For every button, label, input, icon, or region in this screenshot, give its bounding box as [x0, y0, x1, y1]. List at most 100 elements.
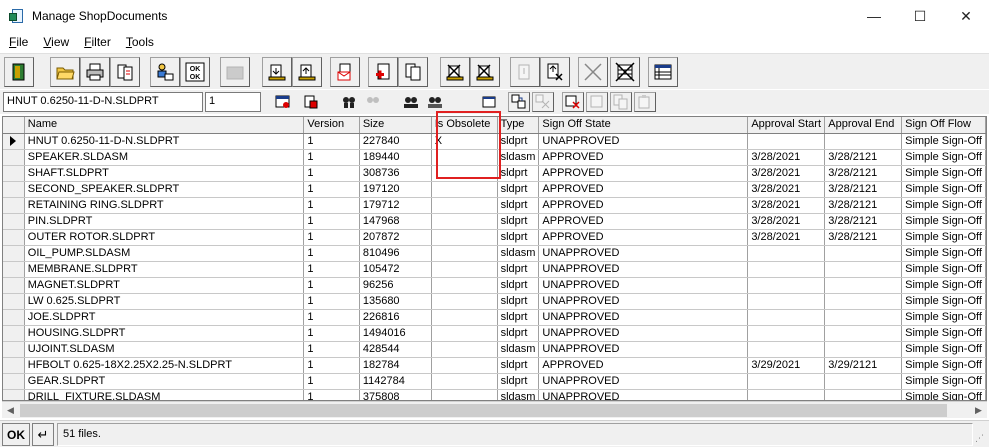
cell-sign-off-state[interactable]: UNAPPROVED	[538, 261, 749, 278]
table-row[interactable]: UJOINT.SLDASM 1 428544 sldasm UNAPPROVED Simp…	[3, 341, 986, 358]
cell-name[interactable]: MAGNET.SLDPRT	[24, 277, 305, 294]
cell-version[interactable]: 1	[303, 213, 360, 230]
cell-is-obsolete[interactable]	[431, 373, 498, 390]
column-header-size[interactable]: Size	[359, 117, 432, 134]
cell-type[interactable]: sldprt	[497, 213, 540, 230]
cell-is-obsolete[interactable]	[431, 389, 498, 400]
cell-version[interactable]: 1	[303, 245, 360, 262]
duplicate-document-button[interactable]	[398, 57, 428, 87]
cell-sign-off-state[interactable]: UNAPPROVED	[538, 373, 749, 390]
cell-is-obsolete[interactable]	[431, 357, 498, 374]
cell-name[interactable]: HNUT 0.6250-11-D-N.SLDPRT	[24, 133, 305, 150]
cell-sign-off-state[interactable]: UNAPPROVED	[538, 389, 749, 400]
menu-view[interactable]: View	[37, 35, 75, 49]
cell-approval-start[interactable]	[747, 261, 826, 278]
cell-type[interactable]: sldprt	[497, 293, 540, 310]
row-selector[interactable]	[3, 277, 25, 294]
cell-size[interactable]: 227840	[359, 133, 432, 150]
row-selector[interactable]	[3, 309, 25, 326]
cell-sign-off-flow[interactable]: Simple Sign-Off	[901, 373, 986, 390]
cell-sign-off-flow[interactable]: Simple Sign-Off	[901, 261, 986, 278]
row-selector[interactable]	[3, 133, 25, 150]
cell-type[interactable]: sldprt	[497, 325, 540, 342]
cell-type[interactable]: sldasm	[497, 389, 540, 400]
row-selector[interactable]	[3, 165, 25, 182]
cell-name[interactable]: PIN.SLDPRT	[24, 213, 305, 230]
cell-is-obsolete[interactable]: X	[431, 133, 498, 150]
cell-sign-off-state[interactable]: UNAPPROVED	[538, 309, 749, 326]
sign-paste-button[interactable]	[634, 92, 656, 112]
scroll-left-arrow-icon[interactable]: ◀	[2, 402, 19, 419]
cell-sign-off-state[interactable]: UNAPPROVED	[538, 325, 749, 342]
row-selector[interactable]	[3, 341, 25, 358]
cell-sign-off-flow[interactable]: Simple Sign-Off	[901, 213, 986, 230]
cell-name[interactable]: OUTER ROTOR.SLDPRT	[24, 229, 305, 246]
cell-size[interactable]: 308736	[359, 165, 432, 182]
cell-version[interactable]: 1	[303, 149, 360, 166]
cell-size[interactable]: 375808	[359, 389, 432, 400]
scrollbar-thumb[interactable]	[20, 404, 947, 417]
column-header-is-obsolete[interactable]: Is Obsolete	[431, 117, 498, 134]
cell-sign-off-flow[interactable]: Simple Sign-Off	[901, 149, 986, 166]
cell-name[interactable]: HOUSING.SLDPRT	[24, 325, 305, 342]
menu-filter[interactable]: Filter	[78, 35, 117, 49]
cancel-release-button[interactable]	[540, 57, 570, 87]
table-row[interactable]: OIL_PUMP.SLDASM 1 810496 sldasm UNAPPROVED Si…	[3, 245, 986, 262]
cell-sign-off-flow[interactable]: Simple Sign-Off	[901, 277, 986, 294]
window-button[interactable]	[478, 92, 500, 112]
cell-sign-off-state[interactable]: UNAPPROVED	[538, 133, 749, 150]
cell-size[interactable]: 428544	[359, 341, 432, 358]
cell-type[interactable]: sldprt	[497, 197, 540, 214]
cell-sign-off-flow[interactable]: Simple Sign-Off	[901, 197, 986, 214]
row-selector[interactable]	[3, 293, 25, 310]
cell-name[interactable]: SHAFT.SLDPRT	[24, 165, 305, 182]
table-row[interactable]: DRILL_FIXTURE.SLDASM 1 375808 sldasm UNAPPRO…	[3, 389, 986, 400]
cell-sign-off-state[interactable]: APPROVED	[538, 165, 749, 182]
version-field[interactable]: 1	[205, 92, 261, 112]
cell-is-obsolete[interactable]	[431, 213, 498, 230]
column-header-name[interactable]: Name	[24, 117, 305, 134]
column-header-approval-start[interactable]: Approval Start	[747, 117, 826, 134]
cell-approval-start[interactable]	[747, 277, 826, 294]
cell-approval-start[interactable]	[747, 309, 826, 326]
check-in-button[interactable]	[262, 57, 292, 87]
ok-ok-button[interactable]: OK OK	[180, 57, 210, 87]
cell-type[interactable]: sldprt	[497, 229, 540, 246]
table-row[interactable]: GEAR.SLDPRT 1 1142784 sldprt UNAPPROVED Simpl…	[3, 373, 986, 390]
cell-approval-end[interactable]	[824, 309, 903, 326]
cell-sign-off-state[interactable]: APPROVED	[538, 229, 749, 246]
cell-approval-start[interactable]	[747, 245, 826, 262]
cell-sign-off-state[interactable]: UNAPPROVED	[538, 293, 749, 310]
cell-sign-off-flow[interactable]: Simple Sign-Off	[901, 357, 986, 374]
menu-file[interactable]: File	[3, 35, 34, 49]
cell-name[interactable]: RETAINING RING.SLDPRT	[24, 197, 305, 214]
mail-button[interactable]	[330, 57, 360, 87]
row-selector[interactable]	[3, 245, 25, 262]
cell-approval-end[interactable]	[824, 389, 903, 400]
column-header-approval-end[interactable]: Approval End	[824, 117, 903, 134]
cell-name[interactable]: MEMBRANE.SLDPRT	[24, 261, 305, 278]
cell-type[interactable]: sldprt	[497, 133, 540, 150]
cell-approval-start[interactable]: 3/28/2021	[747, 165, 826, 182]
group-alt-button[interactable]	[424, 92, 446, 112]
row-selector[interactable]	[3, 389, 25, 400]
table-row[interactable]: HOUSING.SLDPRT 1 1494016 sldprt UNAPPROVED Si…	[3, 325, 986, 342]
cell-approval-start[interactable]: 3/28/2021	[747, 213, 826, 230]
cell-name[interactable]: DRILL_FIXTURE.SLDASM	[24, 389, 305, 400]
cell-approval-start[interactable]	[747, 293, 826, 310]
cell-sign-off-flow[interactable]: Simple Sign-Off	[901, 325, 986, 342]
cell-version[interactable]: 1	[303, 293, 360, 310]
add-document-button[interactable]	[368, 57, 398, 87]
cell-sign-off-state[interactable]: UNAPPROVED	[538, 277, 749, 294]
release-button[interactable]	[510, 57, 540, 87]
cell-approval-end[interactable]	[824, 293, 903, 310]
cell-name[interactable]: GEAR.SLDPRT	[24, 373, 305, 390]
table-row[interactable]: JOE.SLDPRT 1 226816 sldprt UNAPPROVED Simple …	[3, 309, 986, 326]
user-sign-button[interactable]	[150, 57, 180, 87]
resize-grip-icon[interactable]: ⋰	[975, 433, 987, 445]
table-row[interactable]: HFBOLT 0.625-18X2.25X2.25-N.SLDPRT 1 18278…	[3, 357, 986, 374]
row-selector[interactable]	[3, 149, 25, 166]
row-selector[interactable]	[3, 261, 25, 278]
cell-size[interactable]: 197120	[359, 181, 432, 198]
cell-approval-start[interactable]: 3/28/2021	[747, 197, 826, 214]
